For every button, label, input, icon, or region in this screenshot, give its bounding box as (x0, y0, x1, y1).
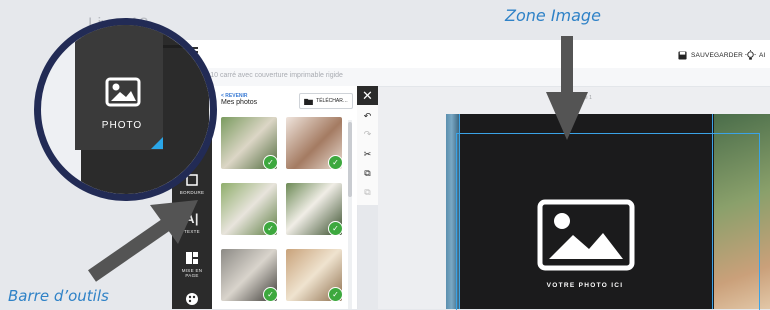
magnifier-callout: PHOTO (34, 18, 217, 201)
magnified-photo-label: PHOTO (101, 120, 143, 131)
magnified-strip (163, 45, 209, 48)
arrow-up-right-icon (88, 200, 198, 282)
active-indicator (151, 137, 163, 149)
annotation-toolbar: Barre d’outils (8, 287, 109, 305)
image-icon (105, 77, 141, 107)
arrow-down-icon (546, 36, 588, 140)
